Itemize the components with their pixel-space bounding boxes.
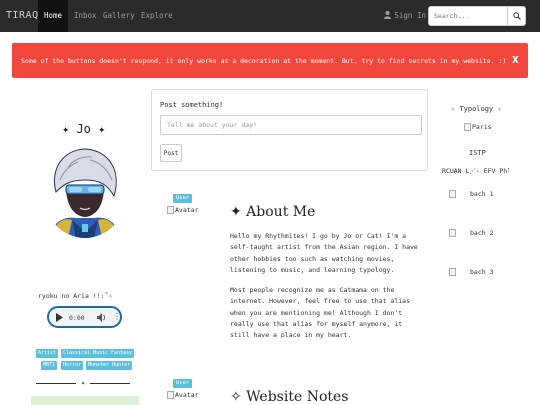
type-details: RCUAN L⋰✧ EFV Phle bbox=[442, 167, 509, 175]
tag-horror[interactable]: Horror bbox=[61, 361, 84, 370]
bach-label: bach 1 bbox=[470, 190, 494, 198]
sign-in-link[interactable]: Sign In bbox=[384, 0, 426, 32]
broken-image-icon bbox=[464, 123, 471, 131]
nav-explore[interactable]: Explore bbox=[135, 0, 179, 32]
bach-label: bach 3 bbox=[470, 268, 494, 276]
typology-title: ✧ Typology ✧ bbox=[451, 105, 502, 113]
broken-image-icon bbox=[449, 229, 456, 237]
compose-card: Post something! Tell me about your day! … bbox=[151, 89, 428, 171]
play-icon[interactable] bbox=[56, 313, 63, 322]
profile-avatar bbox=[42, 140, 128, 238]
compose-title: Post something! bbox=[160, 101, 224, 109]
more-options-icon[interactable]: ⋮ bbox=[113, 313, 121, 321]
bach-label: bach 2 bbox=[470, 229, 494, 237]
tag-mbti[interactable]: MBTI bbox=[41, 361, 58, 370]
personality-type: ISTP bbox=[469, 149, 486, 157]
navbar: TIRAQS Home Inbox Gallery Explore Sign I… bbox=[0, 0, 540, 32]
tag-classical-music[interactable]: Classical Music bbox=[61, 349, 111, 358]
compose-input[interactable]: Tell me about your day! bbox=[160, 115, 422, 135]
tag-monster-hunter[interactable]: Monster Hunter bbox=[86, 361, 133, 370]
user-badge: User bbox=[173, 194, 193, 203]
search-button[interactable] bbox=[507, 7, 525, 25]
tag-fantasy[interactable]: Fantasy bbox=[109, 349, 135, 358]
post-heading: ✦ About Me bbox=[230, 204, 316, 220]
typology-image: Paris bbox=[464, 123, 492, 131]
nav-home[interactable]: Home bbox=[38, 0, 69, 32]
broken-image-icon bbox=[449, 268, 456, 276]
avatar-alt-text: Avatar bbox=[175, 391, 199, 399]
divider-line-left bbox=[36, 383, 76, 384]
post-button[interactable]: Post bbox=[160, 144, 182, 162]
audio-player[interactable]: 0:00 ⋮ bbox=[47, 306, 122, 328]
volume-icon[interactable] bbox=[97, 313, 107, 322]
user-icon bbox=[384, 11, 392, 19]
bach-item[interactable]: bach 3 bbox=[449, 268, 493, 276]
broken-image-icon bbox=[449, 190, 456, 198]
divider-star: ✦ bbox=[81, 379, 86, 387]
search-icon bbox=[512, 12, 521, 20]
post-heading: ✧ Website Notes bbox=[230, 389, 349, 405]
post-paragraph: Most people recognize me as Catmama on t… bbox=[230, 286, 411, 340]
post-paragraph: Hello my Rhythmites! I go by Jo or Cat! … bbox=[230, 232, 418, 274]
bach-item[interactable]: bach 2 bbox=[449, 229, 493, 237]
tag-artist[interactable]: Artist bbox=[36, 349, 59, 358]
audio-time: 0:00 bbox=[69, 314, 85, 322]
avatar-alt-text: Avatar bbox=[175, 206, 199, 214]
post-avatar: Avatar bbox=[167, 206, 198, 214]
broken-image-icon bbox=[167, 206, 174, 214]
post-avatar: Avatar bbox=[167, 391, 198, 399]
warning-alert: Some of the buttons doesn't respond, it … bbox=[12, 43, 528, 78]
divider-line-right bbox=[90, 383, 130, 384]
alert-text: Some of the buttons doesn't respond, it … bbox=[21, 57, 507, 65]
bach-item[interactable]: bach 1 bbox=[449, 190, 493, 198]
search-box bbox=[428, 6, 526, 26]
image-alt-text: Paris bbox=[472, 123, 492, 131]
close-icon[interactable]: x bbox=[512, 52, 519, 66]
user-badge: User bbox=[173, 379, 193, 388]
song-title: ryoku no Aria !!:˚✧ bbox=[38, 292, 113, 300]
profile-name: ✦ Jo ✦ bbox=[62, 122, 106, 136]
sign-in-label: Sign In bbox=[394, 11, 426, 20]
green-panel bbox=[31, 396, 139, 405]
search-input[interactable] bbox=[429, 7, 509, 25]
broken-image-icon bbox=[167, 391, 174, 399]
